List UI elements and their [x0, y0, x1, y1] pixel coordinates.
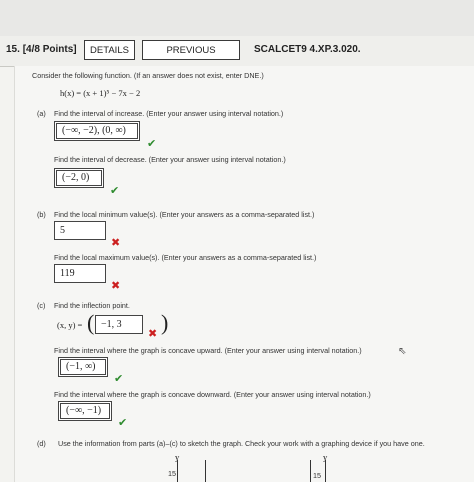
- concave-down-answer-field[interactable]: (−∞, −1): [58, 401, 112, 421]
- open-paren: (: [87, 310, 95, 335]
- top-band: [0, 0, 474, 37]
- graph-2-tick-label: 15: [313, 471, 321, 480]
- part-c-concave-up-prompt: Find the interval where the graph is con…: [54, 346, 362, 355]
- inflection-point-answer-field[interactable]: −1, 3: [95, 315, 143, 334]
- local-max-answer-field[interactable]: 119: [54, 264, 106, 283]
- part-b-max-prompt: Find the local maximum value(s). (Enter …: [54, 253, 317, 262]
- check-icon: ✔: [114, 372, 124, 385]
- decrease-answer-field[interactable]: (−2, 0): [54, 168, 104, 188]
- graph-1-right-border: [205, 460, 206, 482]
- concave-up-answer-field[interactable]: (−1, ∞): [58, 357, 108, 377]
- part-b-label: (b): [37, 210, 46, 219]
- question-number: 15. [4/8 Points]: [6, 44, 77, 55]
- check-icon: ✔: [118, 416, 128, 429]
- close-paren: ): [161, 310, 169, 335]
- cross-icon: ✖: [111, 279, 121, 292]
- part-c-inflection-prompt: Find the inflection point.: [54, 301, 130, 310]
- part-b-min-prompt: Find the local minimum value(s). (Enter …: [54, 210, 315, 219]
- part-c-label: (c): [37, 301, 46, 310]
- local-min-answer-field[interactable]: 5: [54, 221, 106, 240]
- check-icon: ✔: [110, 184, 120, 197]
- function-definition: h(x) = (x + 1)⁵ − 7x − 2: [60, 88, 141, 98]
- details-button[interactable]: DETAILS: [84, 40, 135, 60]
- previous-answers-button[interactable]: PREVIOUS ANSWERS: [142, 40, 240, 76]
- part-d-prompt: Use the information from parts (a)–(c) t…: [58, 439, 425, 448]
- cross-icon: ✖: [111, 236, 121, 249]
- part-d-label: (d): [37, 439, 46, 448]
- part-a-increase-prompt: Find the interval of increase. (Enter yo…: [54, 109, 284, 118]
- increase-answer-field[interactable]: (−∞, −2), (0, ∞): [54, 121, 140, 141]
- graph-2-left-border: [310, 460, 311, 482]
- xy-label: (x, y) =: [57, 320, 83, 330]
- graph-1-tick-label: 15: [168, 469, 176, 478]
- intro-instruction: Consider the following function. (If an …: [32, 71, 264, 80]
- part-c-concave-down-prompt: Find the interval where the graph is con…: [54, 390, 371, 399]
- graph-1-y-axis: [177, 460, 178, 482]
- problem-code: SCALCET9 4.XP.3.020.: [254, 44, 361, 55]
- mouse-cursor-icon: ⇖: [398, 346, 407, 357]
- check-icon: ✔: [147, 137, 157, 150]
- cross-icon: ✖: [148, 327, 158, 340]
- part-a-label: (a): [37, 109, 46, 118]
- graph-2-y-axis: [325, 460, 326, 482]
- part-a-decrease-prompt: Find the interval of decrease. (Enter yo…: [54, 155, 286, 164]
